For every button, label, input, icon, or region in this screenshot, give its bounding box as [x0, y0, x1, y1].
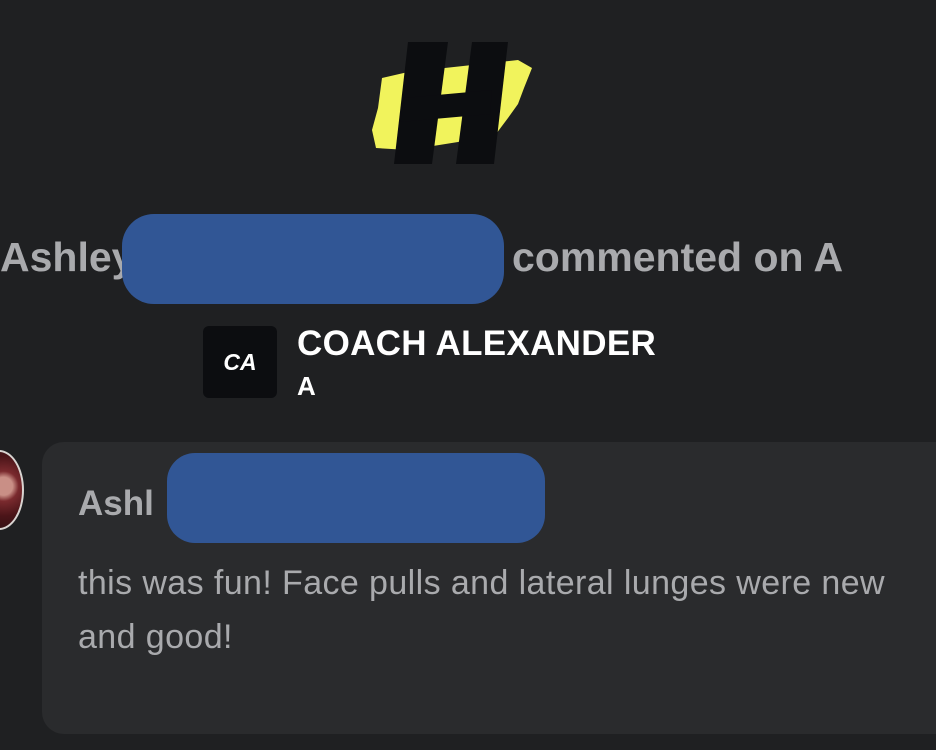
comment-author: Ashl	[78, 484, 154, 523]
notification-screen: Ashley commented on A CA COACH ALEXANDER…	[0, 0, 936, 750]
user-name: Ashley	[0, 234, 135, 280]
brand-logo-icon	[372, 42, 532, 164]
action-text: commented on A	[512, 234, 844, 280]
coach-badge: CA	[203, 326, 277, 398]
avatar[interactable]	[0, 450, 24, 530]
comment-text: this was fun! Face pulls and lateral lun…	[78, 564, 885, 656]
coach-subtitle: A	[297, 371, 316, 401]
redaction-block	[167, 453, 545, 543]
redaction-block	[122, 214, 504, 304]
coach-name: COACH ALEXANDER	[297, 324, 657, 363]
